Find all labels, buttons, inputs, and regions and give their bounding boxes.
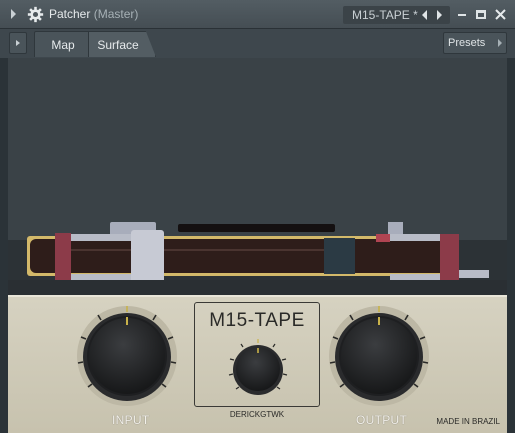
plugin-surface: INPUT M15-TAPE DERICKGTWK OUTPUT MADE IN…: [8, 58, 507, 433]
tape-clamp-left: [55, 233, 71, 285]
presets-button[interactable]: Presets: [443, 32, 507, 54]
brand-title: M15-TAPE: [209, 310, 305, 331]
output-label: OUTPUT: [356, 413, 408, 427]
tab-bar: Map Surface Presets: [0, 29, 515, 58]
title-bar: Patcher (Master) M15-TAPE *: [0, 0, 515, 29]
plugin-menu-button[interactable]: [9, 32, 27, 54]
control-panel: INPUT M15-TAPE DERICKGTWK OUTPUT MADE IN…: [8, 295, 507, 433]
next-preset-icon[interactable]: [437, 10, 442, 20]
output-knob[interactable]: [324, 301, 434, 411]
presets-label: Presets: [448, 37, 486, 49]
tape-playhead: [324, 238, 355, 274]
tab-surface-label: Surface: [97, 37, 139, 52]
made-in-label: MADE IN BRAZIL: [436, 417, 500, 426]
input-knob[interactable]: [72, 301, 182, 411]
tape-reel-strip: [30, 239, 456, 273]
collapse-arrow-icon[interactable]: [11, 9, 16, 19]
tab-surface[interactable]: Surface: [88, 31, 156, 57]
close-icon[interactable]: [494, 8, 507, 21]
tape-transport-graphic: [8, 58, 507, 295]
window-subtitle: (Master): [93, 7, 139, 21]
minimize-icon[interactable]: [458, 14, 466, 16]
brand-box: M15-TAPE: [194, 302, 320, 407]
input-label: INPUT: [112, 413, 150, 427]
gear-icon[interactable]: [27, 6, 44, 23]
tape-clamp-right: [440, 234, 459, 286]
window-title-text: Patcher: [49, 7, 91, 21]
tab-map[interactable]: Map: [34, 31, 92, 57]
presets-arrow-icon: [498, 39, 502, 47]
tape-head-guide: [131, 230, 164, 288]
preset-name-text: M15-TAPE *: [352, 8, 418, 22]
center-knob[interactable]: [226, 337, 290, 401]
tab-map-label: Map: [51, 37, 75, 52]
prev-preset-icon[interactable]: [422, 10, 427, 20]
author-label: DERICKGTWK: [229, 410, 285, 419]
maximize-icon[interactable]: [476, 10, 486, 19]
preset-name-field[interactable]: M15-TAPE *: [343, 6, 450, 24]
window-title: Patcher (Master): [49, 7, 138, 21]
